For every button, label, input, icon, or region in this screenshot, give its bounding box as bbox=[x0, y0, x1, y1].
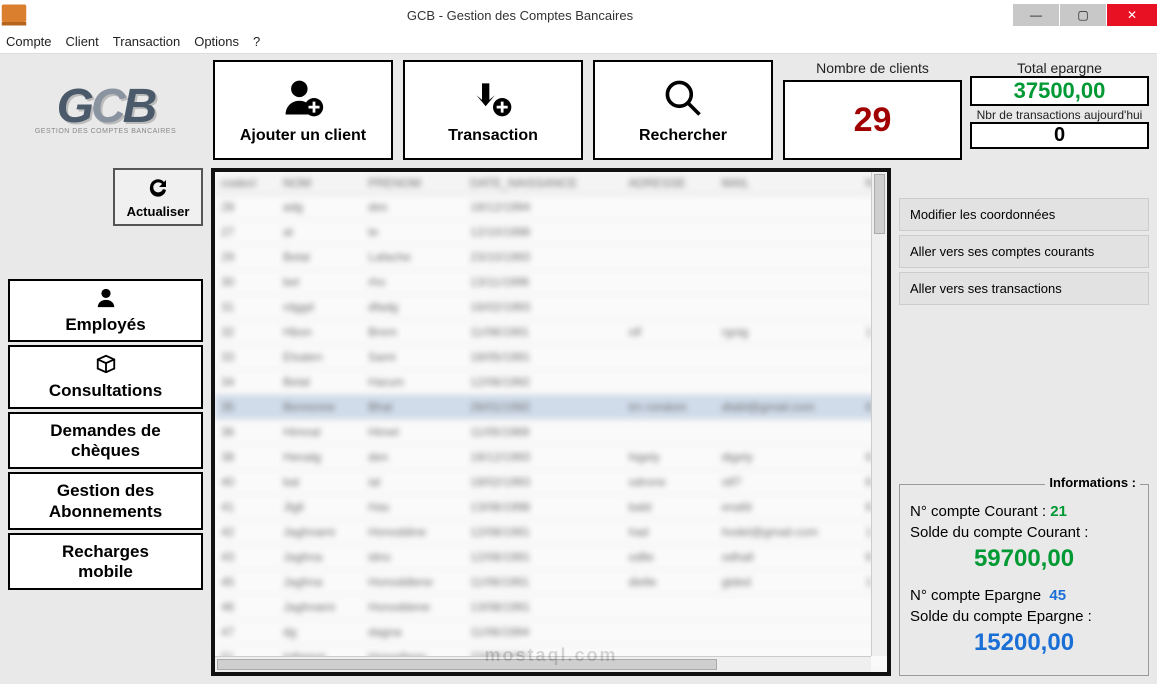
transactions-today-value: 0 bbox=[1054, 124, 1065, 147]
abonnements-label-1: Gestion des bbox=[57, 482, 154, 501]
cheques-label-1: Demandes de bbox=[50, 422, 161, 441]
user-plus-icon bbox=[281, 76, 325, 125]
app-icon bbox=[0, 1, 28, 29]
title-bar: GCB - Gestion des Comptes Bancaires — ▢ … bbox=[0, 0, 1157, 30]
modify-coordinates-button[interactable]: Modifier les coordonnées bbox=[899, 198, 1149, 231]
menu-compte[interactable]: Compte bbox=[6, 34, 52, 49]
menu-client[interactable]: Client bbox=[66, 34, 99, 49]
box-icon bbox=[95, 353, 117, 380]
minimize-button[interactable]: — bbox=[1013, 4, 1059, 26]
employees-label: Employés bbox=[65, 316, 145, 335]
add-client-button[interactable]: Ajouter un client bbox=[213, 60, 393, 160]
epargne-number: 45 bbox=[1049, 587, 1066, 604]
transaction-button[interactable]: Transaction bbox=[403, 60, 583, 160]
logo-subtitle: Gestion des Comptes Bancaires bbox=[35, 128, 176, 135]
courant-solde-value: 59700,00 bbox=[910, 545, 1138, 573]
consultations-label: Consultations bbox=[49, 382, 162, 401]
total-epargne-label: Total epargne bbox=[970, 60, 1149, 76]
logo: GCB Gestion des Comptes Bancaires bbox=[8, 60, 203, 160]
maximize-button[interactable]: ▢ bbox=[1060, 4, 1106, 26]
consultations-button[interactable]: Consultations bbox=[8, 345, 203, 408]
employees-button[interactable]: Employés bbox=[8, 279, 203, 342]
cheques-label-2: chèques bbox=[71, 442, 140, 461]
courant-label: N° compte Courant : bbox=[910, 503, 1046, 520]
informations-panel: Informations : N° compte Courant : 21 So… bbox=[899, 484, 1149, 676]
transfer-icon bbox=[471, 76, 515, 125]
refresh-label: Actualiser bbox=[127, 204, 190, 219]
recharges-label-2: mobile bbox=[78, 563, 133, 582]
cheques-button[interactable]: Demandes de chèques bbox=[8, 412, 203, 469]
recharges-label-1: Recharges bbox=[62, 543, 149, 562]
watermark: mostaql.com bbox=[484, 645, 617, 666]
window-title: GCB - Gestion des Comptes Bancaires bbox=[28, 8, 1012, 23]
clients-count-box: Nombre de clients 29 bbox=[783, 60, 962, 160]
person-icon bbox=[95, 287, 117, 314]
menu-bar: Compte Client Transaction Options ? bbox=[0, 30, 1157, 54]
epargne-solde-label: Solde du compte Epargne : bbox=[910, 608, 1138, 625]
epargne-label: N° compte Epargne bbox=[910, 587, 1041, 604]
search-label: Rechercher bbox=[639, 127, 727, 145]
goto-current-accounts-button[interactable]: Aller vers ses comptes courants bbox=[899, 235, 1149, 268]
refresh-button[interactable]: Actualiser bbox=[113, 168, 203, 226]
courant-solde-label: Solde du compte Courant : bbox=[910, 524, 1138, 541]
menu-help[interactable]: ? bbox=[253, 34, 260, 49]
total-epargne-value: 37500,00 bbox=[1014, 78, 1106, 104]
recharges-button[interactable]: Recharges mobile bbox=[8, 533, 203, 590]
abonnements-button[interactable]: Gestion des Abonnements bbox=[8, 472, 203, 529]
refresh-icon bbox=[146, 175, 170, 202]
totals-box: Total epargne 37500,00 Nbr de transactio… bbox=[970, 60, 1149, 160]
informations-legend: Informations : bbox=[1045, 475, 1140, 490]
abonnements-label-2: Abonnements bbox=[49, 503, 162, 522]
menu-options[interactable]: Options bbox=[194, 34, 239, 49]
add-client-label: Ajouter un client bbox=[240, 127, 366, 145]
search-icon bbox=[661, 76, 705, 125]
close-button[interactable]: ✕ bbox=[1107, 4, 1157, 26]
menu-transaction[interactable]: Transaction bbox=[113, 34, 180, 49]
clients-count-value: 29 bbox=[783, 80, 962, 160]
clients-count-label: Nombre de clients bbox=[783, 60, 962, 76]
courant-number: 21 bbox=[1050, 503, 1067, 520]
epargne-solde-value: 15200,00 bbox=[910, 629, 1138, 657]
transactions-today-label: Nbr de transactions aujourd'hui bbox=[970, 108, 1149, 122]
transaction-label: Transaction bbox=[448, 127, 538, 145]
vertical-scrollbar[interactable] bbox=[871, 172, 887, 656]
goto-transactions-button[interactable]: Aller vers ses transactions bbox=[899, 272, 1149, 305]
search-button[interactable]: Rechercher bbox=[593, 60, 773, 160]
clients-grid[interactable]: codeclNOMPRENOMDATE_NAISSANCEADRESSEMAIL… bbox=[211, 168, 891, 676]
